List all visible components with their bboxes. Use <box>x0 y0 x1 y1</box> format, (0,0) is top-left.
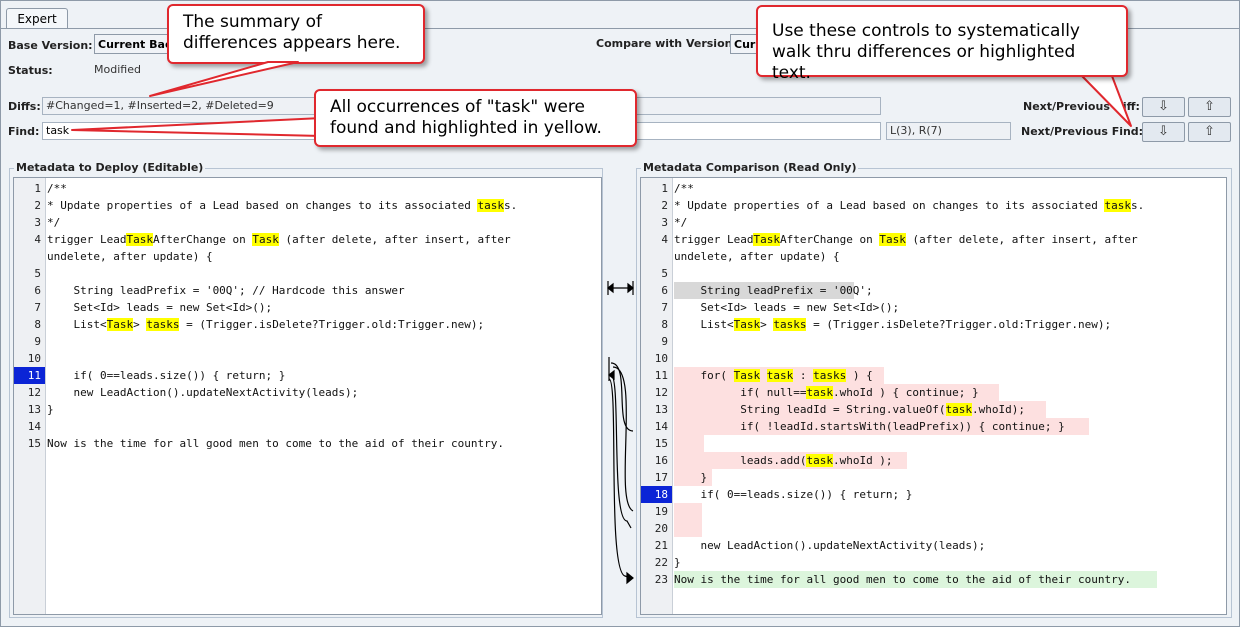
callout-controls-text: Use these controls to systematically wal… <box>772 21 1080 83</box>
callout-find: All occurrences of "task" were found and… <box>314 89 637 147</box>
callout-find-text: All occurrences of "task" were found and… <box>330 97 602 138</box>
callout-controls: Use these controls to systematically wal… <box>756 5 1128 83</box>
